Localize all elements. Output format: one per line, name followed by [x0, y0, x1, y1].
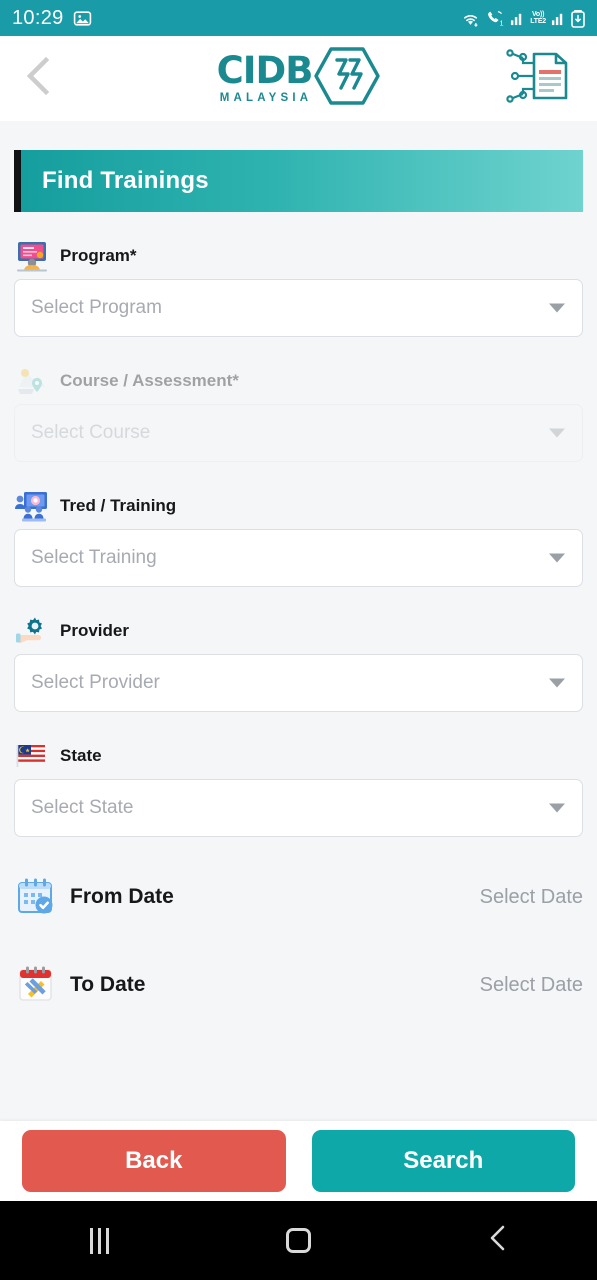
calendar-edit-icon	[14, 960, 58, 1010]
training-select[interactable]: Select Training	[14, 529, 583, 587]
search-button[interactable]: Search	[311, 1130, 575, 1192]
status-bar-left: 10:29	[12, 7, 461, 30]
page-banner: Find Trainings	[14, 150, 583, 212]
svg-text:1: 1	[500, 20, 504, 27]
nav-recents-button[interactable]	[65, 1227, 135, 1254]
from-date-label: From Date	[70, 885, 174, 908]
cidb-emblem-icon	[314, 46, 381, 111]
field-course-header: Course / Assessment*	[14, 364, 583, 398]
field-course: Course / Assessment* Select Course	[0, 364, 597, 462]
volte-line2: LTE2	[530, 18, 546, 25]
logo-secondary-text: MALAYSIA	[219, 92, 313, 105]
field-provider: Provider Select Provider	[0, 614, 597, 712]
to-date-value[interactable]: Select Date	[480, 974, 583, 997]
field-program-header: Program*	[14, 239, 583, 273]
program-select[interactable]: Select Program	[14, 279, 583, 337]
from-date-value[interactable]: Select Date	[480, 886, 583, 909]
form-content[interactable]: Find Trainings Program* Select Program C…	[0, 121, 597, 1121]
field-course-label: Course / Assessment*	[60, 371, 239, 390]
phone-screen: 10:29 1 Vo)) LTE2 CIDB MALAYSIA Find Tra…	[0, 0, 597, 1280]
field-state: State Select State	[0, 739, 597, 837]
call-icon: 1	[485, 10, 505, 27]
gear-hand-icon	[14, 614, 50, 648]
field-state-label: State	[60, 746, 102, 765]
provider-select-placeholder: Select Provider	[31, 672, 160, 693]
field-training-label: Tred / Training	[60, 496, 177, 515]
chevron-down-icon	[549, 553, 565, 563]
field-provider-header: Provider	[14, 614, 583, 648]
provider-select[interactable]: Select Provider	[14, 654, 583, 712]
state-select-placeholder: Select State	[31, 797, 134, 818]
android-nav-bar	[0, 1201, 597, 1280]
status-bar-right: 1 Vo)) LTE2	[461, 9, 585, 28]
nav-back-button[interactable]	[463, 1223, 533, 1258]
volte-icon: Vo)) LTE2	[530, 11, 546, 25]
course-select[interactable]: Select Course	[14, 404, 583, 462]
battery-icon	[571, 9, 585, 28]
signal2-icon	[551, 11, 566, 26]
status-bar: 10:29 1 Vo)) LTE2	[0, 0, 597, 36]
chevron-down-icon	[549, 303, 565, 313]
field-program: Program* Select Program	[0, 239, 597, 337]
signal-icon	[510, 11, 525, 26]
page-title: Find Trainings	[42, 167, 209, 194]
malaysia-flag-icon	[14, 739, 50, 773]
action-bar: Back Search	[0, 1121, 597, 1201]
cims-document-icon	[501, 48, 575, 109]
classroom-icon	[14, 489, 50, 523]
training-select-placeholder: Select Training	[31, 547, 157, 568]
chevron-left-icon	[22, 54, 56, 103]
chevron-down-icon	[549, 428, 565, 438]
status-time: 10:29	[12, 6, 64, 29]
chevron-down-icon	[549, 678, 565, 688]
field-training-header: Tred / Training	[14, 489, 583, 523]
logo-primary-text: CIDB	[216, 49, 314, 93]
image-icon	[73, 9, 92, 28]
calendar-check-icon	[14, 872, 58, 922]
field-training: Tred / Training Select Training	[0, 489, 597, 587]
course-location-icon	[14, 364, 50, 398]
header-back-button[interactable]	[22, 54, 66, 103]
volte-line1: Vo))	[531, 11, 545, 18]
state-select[interactable]: Select State	[14, 779, 583, 837]
recents-icon	[90, 1227, 109, 1254]
to-date-label: To Date	[70, 973, 146, 996]
program-select-placeholder: Select Program	[31, 297, 162, 318]
back-button[interactable]: Back	[22, 1130, 286, 1192]
wifi-icon	[461, 10, 480, 27]
nav-back-icon	[487, 1223, 509, 1258]
online-learning-icon	[14, 239, 50, 273]
chevron-down-icon	[549, 803, 565, 813]
field-state-header: State	[14, 739, 583, 773]
nav-home-button[interactable]	[264, 1228, 334, 1253]
row-from-date[interactable]: From Date Select Date	[0, 869, 597, 925]
home-icon	[286, 1228, 311, 1253]
row-to-date[interactable]: To Date Select Date	[0, 957, 597, 1013]
course-select-placeholder: Select Course	[31, 422, 151, 443]
field-provider-label: Provider	[60, 621, 129, 640]
field-program-label: Program*	[60, 246, 137, 265]
app-header: CIDB MALAYSIA	[0, 36, 597, 121]
cims-button[interactable]	[501, 48, 575, 109]
